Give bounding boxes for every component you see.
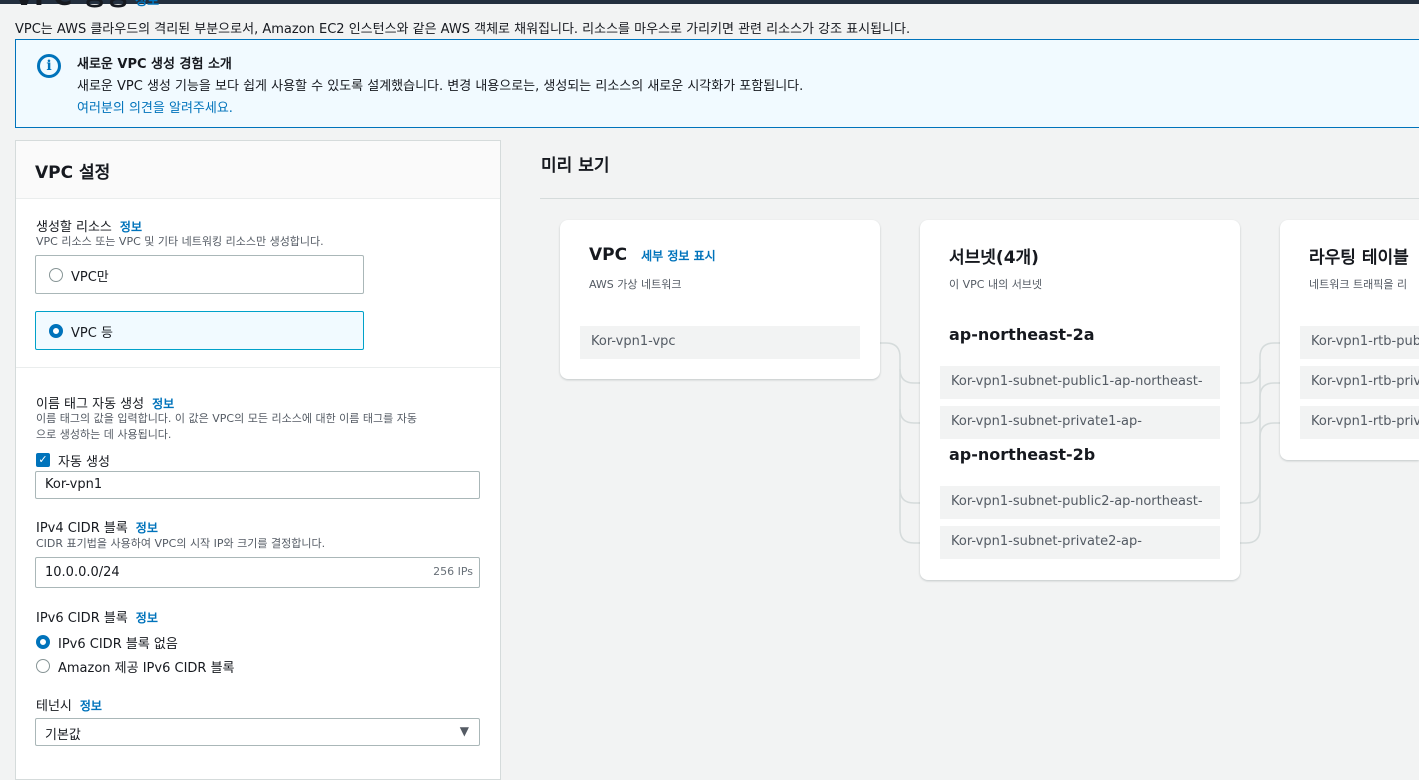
subnets-card-subtitle: 이 VPC 내의 서브넷 — [949, 278, 1043, 291]
subnets-card: 서브넷(4개) 이 VPC 내의 서브넷 ap-northeast-2a Kor… — [920, 220, 1240, 580]
vpc-card: VPC 세부 정보 표시 AWS 가상 네트워크 Kor-vpn1-vpc — [560, 220, 880, 379]
route-table-item[interactable]: Kor-vpn1-rtb-private2 — [1300, 406, 1419, 439]
subnets-card-title: 서브넷(4개) — [949, 248, 1039, 268]
az-title: ap-northeast-2a — [949, 325, 1095, 344]
route-table-item[interactable]: Kor-vpn1-rtb-public — [1300, 326, 1419, 359]
subnet-item[interactable]: Kor-vpn1-subnet-private1-ap- — [940, 406, 1220, 439]
route-tables-card: 라우팅 테이블 네트워크 트래픽을 리 Kor-vpn1-rtb-public … — [1280, 220, 1419, 460]
route-table-item[interactable]: Kor-vpn1-rtb-private1 — [1300, 366, 1419, 399]
vpc-card-title-text: VPC — [589, 245, 628, 265]
az-title: ap-northeast-2b — [949, 445, 1096, 464]
route-tables-card-title: 라우팅 테이블 — [1309, 248, 1409, 268]
route-tables-card-subtitle: 네트워크 트래픽을 리 — [1309, 278, 1408, 291]
subnet-item[interactable]: Kor-vpn1-subnet-public1-ap-northeast- — [940, 366, 1220, 399]
show-details-link[interactable]: 세부 정보 표시 — [641, 249, 716, 263]
subnet-item[interactable]: Kor-vpn1-subnet-private2-ap- — [940, 526, 1220, 559]
vpc-card-title: VPC 세부 정보 표시 — [589, 245, 716, 265]
vpc-resource[interactable]: Kor-vpn1-vpc — [580, 326, 860, 359]
vpc-card-subtitle: AWS 가상 네트워크 — [589, 278, 682, 291]
subnet-item[interactable]: Kor-vpn1-subnet-public2-ap-northeast- — [940, 486, 1220, 519]
